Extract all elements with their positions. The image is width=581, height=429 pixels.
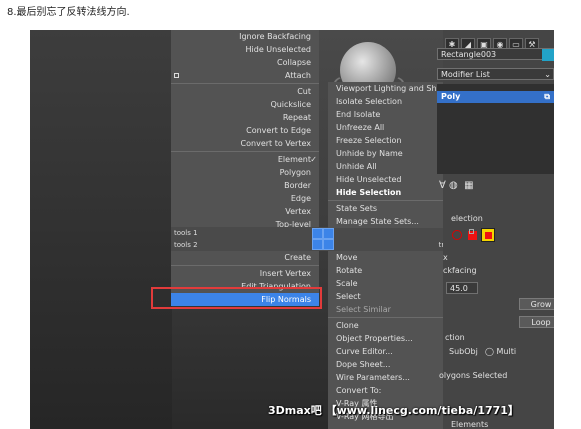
viewport-background xyxy=(30,30,172,429)
menu-separator xyxy=(171,265,319,266)
chevron-down-icon: ⌄ xyxy=(544,70,551,79)
multi-radio[interactable]: ◯ Multi xyxy=(485,347,516,356)
tools2-label: tools 2 xyxy=(174,241,198,249)
grow-button[interactable]: Grow xyxy=(519,298,554,310)
preview-selection-label: ction xyxy=(445,333,465,342)
modifier-list-label: Modifier List xyxy=(441,70,490,79)
command-panel-tabs: ✱ ◢ ▣ ◉ ▭ ⚒ xyxy=(445,32,554,52)
menu-item-element[interactable]: Element ✓ xyxy=(171,153,319,166)
annotation-highlight-box xyxy=(151,287,322,309)
menu-item-repeat[interactable]: Repeat xyxy=(171,111,319,124)
loop-button[interactable]: Loop xyxy=(519,316,554,328)
quad-switch-button[interactable] xyxy=(323,239,334,250)
menu-item-border[interactable]: Border xyxy=(171,179,319,192)
menu-item-collapse[interactable]: Collapse xyxy=(171,56,319,69)
modifier-name: Poly xyxy=(441,92,461,101)
tools1-label: tools 1 xyxy=(174,229,198,237)
menu-separator xyxy=(171,83,319,84)
stack-item-icon: ⧉ xyxy=(544,92,550,101)
modifier-stack-item[interactable]: Poly ⧉ xyxy=(437,91,554,103)
selection-status-text: olygons Selected xyxy=(439,371,508,380)
menu-item-label: State Sets xyxy=(336,204,378,213)
menu-item-label: Convert To: xyxy=(336,386,382,395)
menu-item-vertex[interactable]: Vertex xyxy=(171,205,319,218)
quad-switch-button[interactable] xyxy=(312,228,323,239)
object-color-swatch[interactable] xyxy=(542,49,554,61)
ignore-backfacing-label[interactable]: ckfacing xyxy=(443,266,477,275)
menu-item-edge[interactable]: Edge xyxy=(171,192,319,205)
settings-box-icon[interactable] xyxy=(174,73,179,78)
watermark-text: 3Dmax吧 【www.linecg.com/tieba/1771】 xyxy=(268,404,519,417)
angle-spinner[interactable]: 45.0 xyxy=(446,282,478,294)
menu-item-label: Attach xyxy=(285,71,311,80)
checkmark-icon: ✓ xyxy=(310,155,317,164)
quad-switch-button[interactable] xyxy=(323,228,334,239)
menu-item-quickslice[interactable]: Quickslice xyxy=(171,98,319,111)
modifier-list-dropdown[interactable]: Modifier List ⌄ xyxy=(437,68,554,80)
element-mode-icon[interactable] xyxy=(481,228,495,242)
menu-item-create[interactable]: Create xyxy=(171,251,319,264)
menu-item-convert-to-edge[interactable]: Convert to Edge xyxy=(171,124,319,137)
menu-item-polygon[interactable]: Polygon xyxy=(171,166,319,179)
menu-item-label: Element xyxy=(277,155,311,164)
menu-separator xyxy=(171,151,319,152)
border-mode-icon[interactable] xyxy=(452,230,462,240)
subobj-radio[interactable]: SubObj xyxy=(449,347,478,356)
command-panel: ✱ ◢ ▣ ◉ ▭ ⚒ Rectangle003 Modifier List ⌄ Poly ⧉… xyxy=(437,30,554,429)
stack-tools-icons[interactable]: ∀ ◍ ▦ xyxy=(439,180,474,191)
rollout-title-elements[interactable]: Elements xyxy=(451,420,488,429)
settings-box-icon[interactable] xyxy=(469,229,474,234)
menu-item-cut[interactable]: Cut xyxy=(171,85,319,98)
menu-item-convert-to-vertex[interactable]: Convert to Vertex xyxy=(171,137,319,150)
max-screenshot: Ignore Backfacing Hide Unselected Collap… xyxy=(30,30,554,429)
rollout-title-selection[interactable]: election xyxy=(451,214,483,223)
menu-item-ignore-backfacing[interactable]: Ignore Backfacing xyxy=(171,30,319,43)
menu-item-insert-vertex[interactable]: Insert Vertex xyxy=(171,267,319,280)
step-caption: 8.最后别忘了反转法线方向. xyxy=(7,7,130,18)
modifier-stack: Poly ⧉ xyxy=(437,84,554,174)
multi-label: Multi xyxy=(496,347,517,356)
object-name-field[interactable]: Rectangle003 xyxy=(437,48,554,60)
by-vertex-label: x xyxy=(443,253,448,262)
menu-item-attach[interactable]: Attach xyxy=(171,69,319,82)
quad-switch-button[interactable] xyxy=(312,239,323,250)
menu-item-hide-unselected[interactable]: Hide Unselected xyxy=(171,43,319,56)
